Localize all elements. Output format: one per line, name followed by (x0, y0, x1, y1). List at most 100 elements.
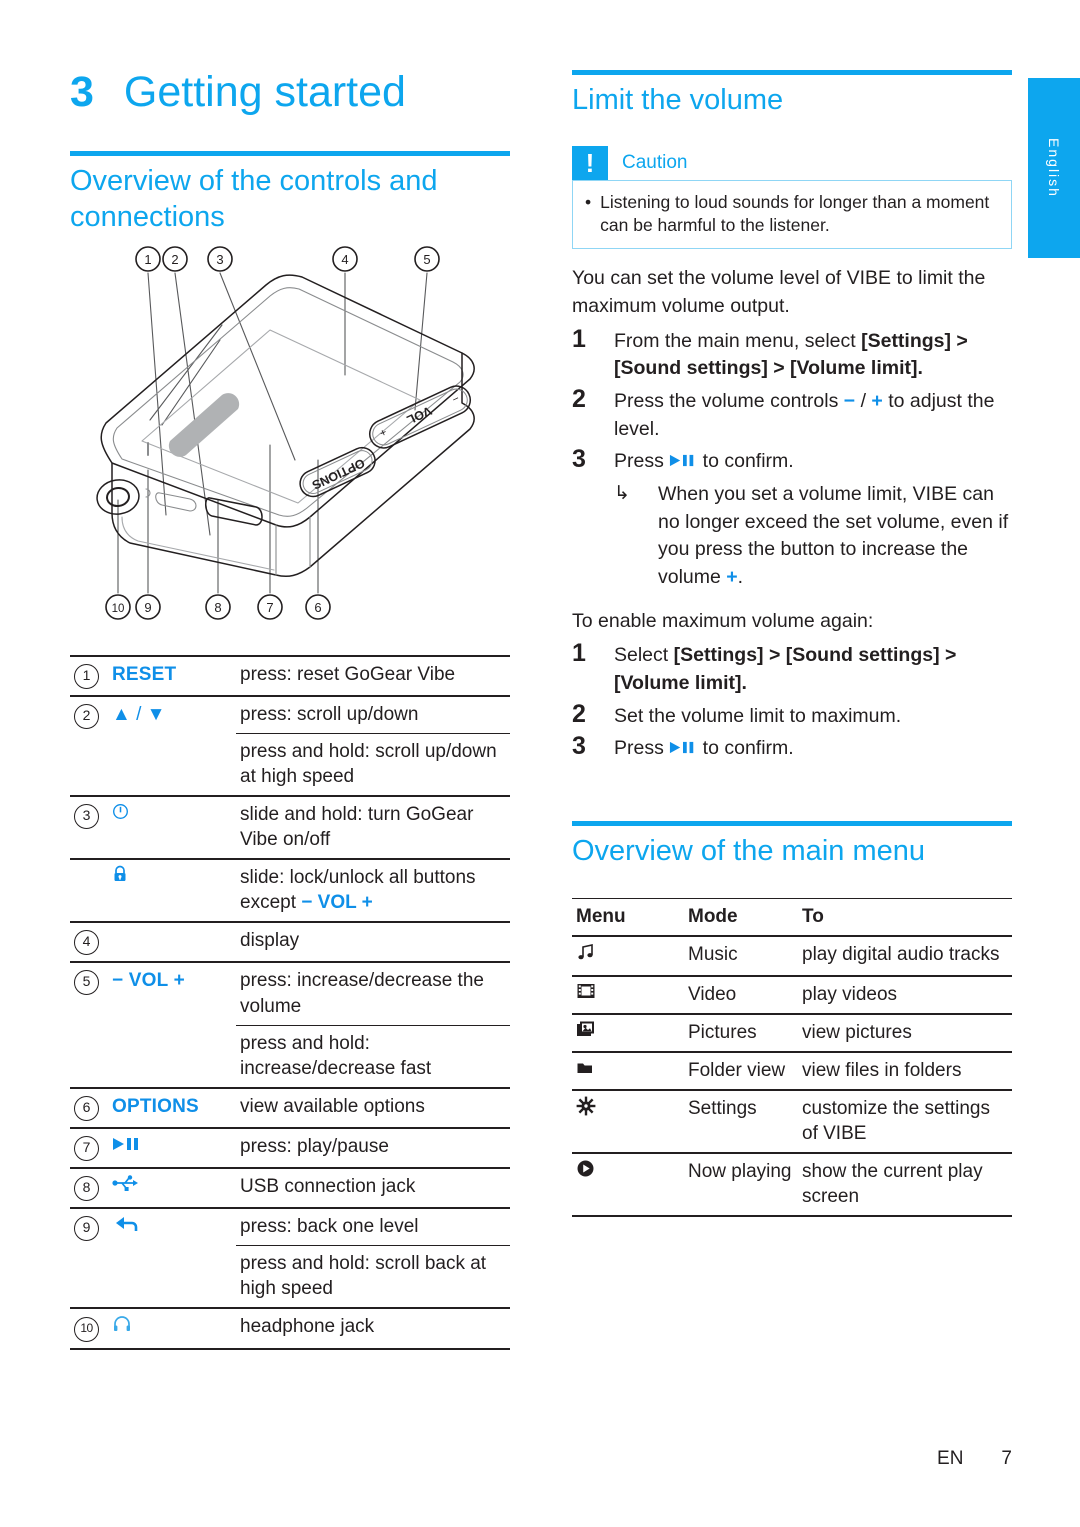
left-column: 3 Getting started Overview of the contro… (70, 69, 510, 1350)
caution-label: Caution (622, 152, 688, 174)
scroll-updown-icon: ▲ / ▼ (112, 703, 166, 725)
power-icon (112, 804, 129, 825)
table-row: Pictures view pictures (572, 1013, 1012, 1052)
music-note-icon (576, 943, 596, 967)
step-number: 2 (572, 699, 586, 728)
control-number: 9 (70, 1208, 108, 1308)
svg-text:5: 5 (423, 252, 430, 267)
pictures-icon (576, 1021, 596, 1043)
menu-to: play digital audio tracks (802, 943, 1000, 965)
menu-icon-cell (572, 1052, 684, 1090)
table-row: Video play videos (572, 975, 1012, 1014)
menu-icon-cell (572, 1090, 684, 1153)
table-row: slide: lock/unlock all buttons except − … (70, 859, 510, 922)
substep-arrow-icon: ↳ (614, 482, 630, 504)
control-desc: USB connection jack (240, 1175, 416, 1197)
control-desc: display (240, 930, 300, 952)
callouts-bottom: 10 9 8 7 6 (105, 594, 331, 620)
list-item: 2 Set the volume limit to maximum. (572, 700, 1012, 731)
svg-text:1: 1 (144, 252, 151, 267)
language-tab-label: English (1046, 138, 1062, 198)
step-text: Press the volume controls − / + to adjus… (614, 389, 995, 440)
control-desc: press: reset GoGear Vibe (240, 663, 456, 685)
step-text: Press to confirm. (614, 737, 794, 760)
caution-box: ! Caution • Listening to loud sounds for… (572, 146, 1012, 250)
menu-mode: Music (688, 943, 738, 965)
section-rule-controls (70, 151, 510, 157)
column-header-mode: Mode (688, 905, 738, 927)
menu-mode: Settings (688, 1097, 757, 1119)
menu-to: customize the settings of VIBE (802, 1097, 990, 1144)
table-row: 1 RESET press: reset GoGear Vibe (70, 655, 510, 696)
lock-icon (112, 865, 128, 888)
table-row: Now playing show the current play screen (572, 1153, 1012, 1217)
caution-body: • Listening to loud sounds for longer th… (572, 180, 1012, 250)
substep-note: ↳ When you set a volume limit, VIBE can … (614, 478, 1012, 592)
section-title-main-menu: Overview of the main menu (572, 835, 925, 868)
menu-icon-cell (572, 1014, 684, 1052)
table-row: 9 press: back one level (70, 1207, 510, 1246)
control-key (108, 1308, 236, 1349)
control-key: RESET (112, 663, 177, 685)
section-title-controls: Overview of the controls and connections (70, 165, 438, 233)
footer-language-code: EN (937, 1448, 964, 1469)
svg-text:2: 2 (171, 252, 178, 267)
controls-table: 1 RESET press: reset GoGear Vibe 2 ▲ / ▼… (70, 655, 510, 1350)
control-key (108, 796, 236, 859)
step-number: 3 (572, 732, 586, 761)
table-row: 2 ▲ / ▼ press: scroll up/down (70, 695, 510, 734)
now-playing-icon (576, 1160, 595, 1183)
section-rule-main-menu (572, 821, 1012, 827)
folder-icon (576, 1060, 596, 1081)
substep-text: When you set a volume limit, VIBE can no… (658, 482, 1009, 589)
menu-to: show the current play screen (802, 1161, 983, 1208)
control-key (108, 922, 236, 962)
headphone-icon (112, 1316, 132, 1337)
column-header-menu: Menu (576, 905, 626, 927)
svg-text:−: − (450, 391, 461, 405)
steps-enable-maximum: 1 Select [Settings] > [Sound settings] >… (572, 639, 1012, 763)
list-item: 3 Press to confirm. (572, 445, 1012, 476)
menu-mode: Video (688, 983, 737, 1005)
control-number: 1 (70, 656, 108, 696)
step-text: From the main menu, select [Settings] > … (614, 329, 968, 380)
menu-icon-cell (572, 1153, 684, 1216)
table-row: 4 display (70, 922, 510, 962)
table-row: Folder view view files in folders (572, 1051, 1012, 1090)
control-number: 7 (70, 1128, 108, 1168)
table-row: 10 headphone jack (70, 1307, 510, 1349)
control-number: 10 (70, 1308, 108, 1349)
footer-page-number: 7 (1001, 1448, 1012, 1469)
table-row: 5 − VOL + press: increase/decrease the v… (70, 962, 510, 1025)
control-desc: slide: lock/unlock all buttons except − … (236, 859, 510, 922)
control-number: 5 (70, 962, 108, 1087)
list-item: 1 Select [Settings] > [Sound settings] >… (572, 639, 1012, 697)
menu-icon-cell (572, 976, 684, 1014)
list-item: 2 Press the volume controls − / + to adj… (572, 385, 1012, 443)
list-item: 3 Press to confirm. (572, 732, 1012, 763)
table-row: 7 press: play/pause (70, 1127, 510, 1168)
control-desc: press: scroll up/down (240, 703, 419, 725)
control-key: ▲ / ▼ (108, 696, 236, 796)
control-number: 8 (70, 1168, 108, 1208)
device-diagram-svg: OPTIONS − VOL + 1 2 3 4 5 10 9 8 7 6 (96, 246, 475, 620)
right-column: Limit the volume ! Caution • Listening t… (572, 70, 1012, 1217)
step-number: 1 (572, 324, 586, 353)
menu-icon-cell (572, 936, 684, 976)
table-header-row: Menu Mode To (572, 898, 1012, 936)
table-row: 3 slide and hold: turn GoGear Vibe on/of… (70, 796, 510, 859)
callouts-top: 1 2 3 4 5 (135, 246, 440, 272)
menu-mode: Folder view (688, 1059, 786, 1081)
svg-text:9: 9 (144, 600, 151, 615)
device-diagram-figure: OPTIONS − VOL + 1 2 3 4 5 10 9 8 7 6 (70, 245, 510, 645)
video-film-icon (576, 983, 596, 1005)
column-header-to: To (802, 905, 824, 927)
control-key (108, 1168, 236, 1208)
chapter-heading: 3 Getting started (70, 69, 510, 115)
caution-text: Listening to loud sounds for longer than… (600, 192, 990, 235)
step-text: Set the volume limit to maximum. (614, 704, 902, 727)
svg-text:10: 10 (112, 603, 125, 615)
menu-mode: Now playing (688, 1161, 792, 1183)
control-desc: press: back one level (240, 1215, 419, 1237)
list-item: 1 From the main menu, select [Settings] … (572, 325, 1012, 383)
